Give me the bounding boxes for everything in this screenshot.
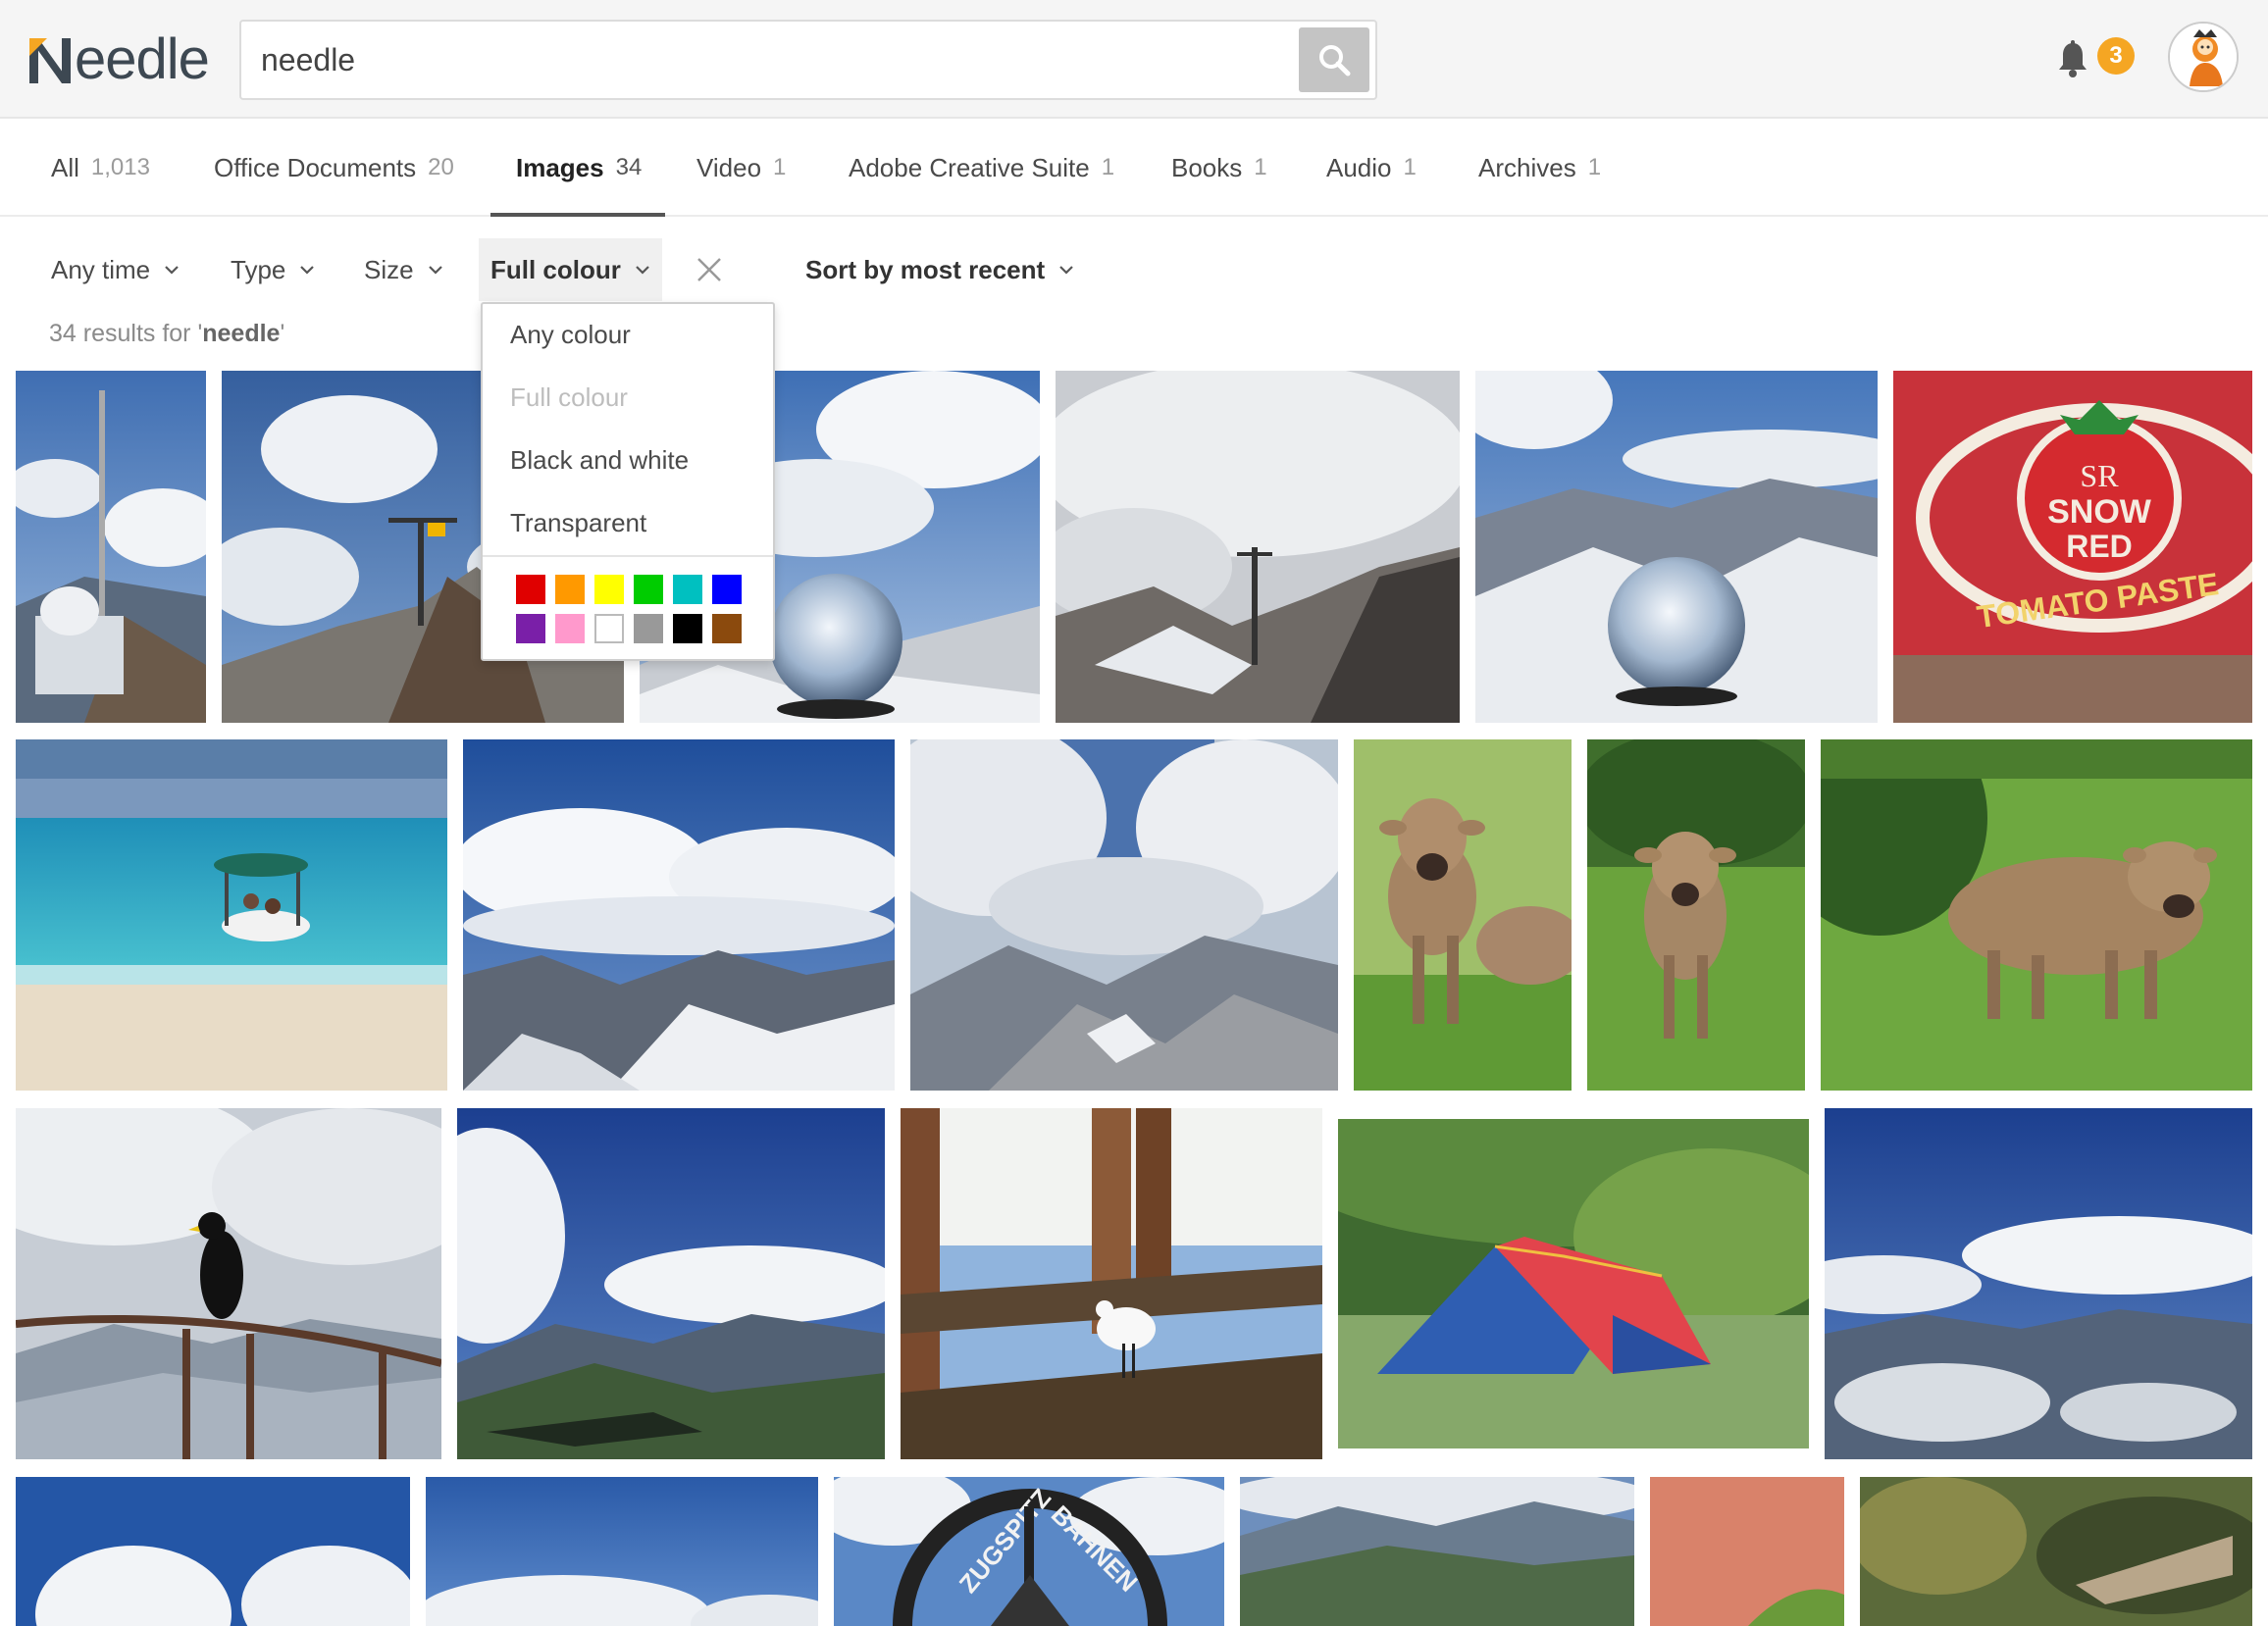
clear-filters-icon[interactable] — [695, 255, 724, 284]
image-thumbnail[interactable] — [1056, 371, 1460, 723]
image-thumbnail[interactable] — [426, 1477, 818, 1626]
tab-label: All — [51, 152, 79, 182]
chevron-down-icon — [428, 266, 442, 275]
tab-images[interactable]: Images 34 — [516, 119, 642, 217]
tab-label: Adobe Creative Suite — [849, 152, 1090, 182]
results-query: needle — [202, 320, 281, 347]
tab-count: 1 — [1587, 154, 1602, 180]
menu-divider — [483, 555, 773, 557]
type-filter-label: Type — [231, 254, 286, 284]
results-prefix: 34 results for ' — [49, 320, 203, 347]
image-thumbnail[interactable]: ZUGSPITZ BAHNEN — [834, 1477, 1224, 1626]
chevron-down-icon — [300, 266, 315, 275]
search-button[interactable] — [1299, 27, 1369, 92]
tab-label: Audio — [1326, 152, 1392, 182]
image-thumbnail[interactable] — [457, 1108, 885, 1459]
image-thumbnail[interactable] — [1825, 1108, 2252, 1459]
image-thumbnail[interactable] — [1354, 739, 1572, 1091]
tab-audio[interactable]: Audio 1 — [1326, 119, 1417, 217]
top-bar: eedle 3 — [0, 0, 2268, 119]
size-filter-label: Size — [364, 254, 414, 284]
tab-label: Archives — [1478, 152, 1576, 182]
logo-mark-icon — [29, 33, 73, 84]
image-thumbnail[interactable] — [1475, 371, 1878, 723]
search-input[interactable] — [261, 22, 1301, 98]
image-thumbnail[interactable] — [463, 739, 895, 1091]
bell-icon[interactable] — [2056, 39, 2089, 78]
image-thumbnail[interactable] — [16, 371, 206, 723]
menu-item-full-colour: Full colour — [510, 382, 628, 412]
menu-item-any-colour[interactable]: Any colour — [510, 320, 631, 350]
tab-adobe-creative-suite[interactable]: Adobe Creative Suite 1 — [849, 119, 1114, 217]
tab-office-documents[interactable]: Office Documents 20 — [214, 119, 454, 217]
swatch-yellow[interactable] — [594, 575, 624, 604]
image-thumbnail[interactable] — [1650, 1477, 1844, 1626]
colour-dropdown-menu: Any colour Full colour Black and white T… — [481, 302, 775, 661]
needle-logo[interactable]: eedle — [29, 26, 210, 91]
image-thumbnail[interactable] — [910, 739, 1338, 1091]
tab-count: 1 — [773, 154, 787, 180]
sort-label: Sort by most recent — [805, 254, 1046, 284]
tab-count: 1,013 — [90, 154, 150, 180]
image-thumbnail[interactable] — [901, 1108, 1322, 1459]
tab-all[interactable]: All 1,013 — [51, 119, 150, 217]
swatch-brown[interactable] — [712, 614, 742, 643]
logo-text: eedle — [75, 26, 210, 91]
tab-label: Books — [1171, 152, 1243, 182]
category-tabs: All 1,013 Office Documents 20 Images 34 Vid… — [0, 119, 2268, 217]
tab-label: Video — [696, 152, 762, 182]
active-tab-indicator — [490, 213, 665, 217]
sign-brand-text: SR — [2080, 458, 2119, 493]
type-filter[interactable]: Type — [231, 245, 315, 294]
swatch-orange[interactable] — [555, 575, 585, 604]
tab-label: Office Documents — [214, 152, 417, 182]
tab-label: Images — [516, 152, 604, 182]
menu-item-black-and-white[interactable]: Black and white — [510, 445, 689, 476]
tab-count: 1 — [1254, 154, 1267, 180]
image-thumbnail[interactable] — [1821, 739, 2252, 1091]
image-thumbnail[interactable] — [16, 1108, 441, 1459]
image-thumbnail[interactable] — [1587, 739, 1805, 1091]
tab-books[interactable]: Books 1 — [1171, 119, 1267, 217]
tab-count: 1 — [1403, 154, 1417, 180]
chevron-down-icon — [1059, 266, 1073, 275]
image-thumbnail[interactable] — [16, 739, 447, 1091]
menu-item-transparent[interactable]: Transparent — [510, 508, 646, 538]
sign-line1-text: SNOW — [2047, 493, 2152, 531]
tab-count: 20 — [428, 154, 454, 180]
colour-filter-label: Full colour — [490, 254, 621, 284]
sort-dropdown[interactable]: Sort by most recent — [805, 245, 1074, 294]
time-filter[interactable]: Any time — [51, 245, 180, 294]
chevron-down-icon — [165, 266, 179, 275]
time-filter-label: Any time — [51, 254, 151, 284]
swatch-teal[interactable] — [673, 575, 702, 604]
image-thumbnail[interactable] — [1240, 1477, 1634, 1626]
swatch-white[interactable] — [594, 614, 624, 643]
swatch-pink[interactable] — [555, 614, 585, 643]
size-filter[interactable]: Size — [364, 245, 443, 294]
chevron-down-icon — [636, 266, 649, 275]
tab-count: 1 — [1101, 154, 1115, 180]
notification-badge[interactable]: 3 — [2097, 37, 2135, 75]
image-thumbnail[interactable] — [1338, 1119, 1809, 1448]
swatch-blue[interactable] — [712, 575, 742, 604]
search-icon — [1319, 45, 1351, 76]
search-bar — [239, 20, 1377, 100]
swatch-gray[interactable] — [634, 614, 663, 643]
swatch-purple[interactable] — [516, 614, 545, 643]
swatch-red[interactable] — [516, 575, 545, 604]
swatch-green[interactable] — [634, 575, 663, 604]
results-summary: 34 results for 'needle' — [49, 320, 284, 348]
sign-line2-text: RED — [2066, 529, 2133, 564]
avatar[interactable] — [2168, 22, 2239, 92]
results-suffix: ' — [280, 320, 285, 347]
tab-count: 34 — [615, 154, 643, 180]
swatch-black[interactable] — [673, 614, 702, 643]
image-thumbnail[interactable] — [1860, 1477, 2252, 1626]
tab-archives[interactable]: Archives 1 — [1478, 119, 1601, 217]
image-thumbnail[interactable]: SR SNOW RED TOMATO PASTE — [1893, 371, 2252, 723]
image-thumbnail[interactable] — [16, 1477, 410, 1626]
colour-filter[interactable]: Full colour — [479, 238, 662, 301]
tab-video[interactable]: Video 1 — [696, 119, 786, 217]
